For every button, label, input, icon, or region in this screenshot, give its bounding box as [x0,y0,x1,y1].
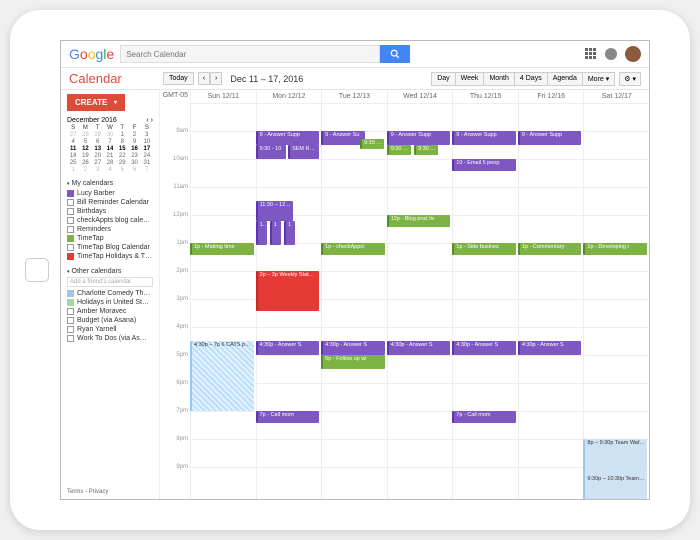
event[interactable]: 9 - Answer Su [321,131,365,145]
day-header: Tue 12/13 [321,90,387,103]
terms-link[interactable]: Terms [67,489,83,495]
event[interactable]: 2p – 3p Weekly Status Meeting [256,271,320,311]
event[interactable]: 12p - Blog post liv [387,215,451,227]
view-day[interactable]: Day [431,72,455,86]
view-week[interactable]: Week [455,72,485,86]
calendar-item[interactable]: Ryan Yarnell [67,325,153,334]
timezone: GMT-05 [160,90,190,103]
notifications-icon[interactable] [605,48,617,60]
event[interactable]: 5p - Follow up wi [321,355,385,369]
calendar-item[interactable]: Holidays in United St… [67,298,153,307]
view-more[interactable]: More ▾ [582,72,615,86]
day-header: Fri 12/16 [518,90,584,103]
calendar-item[interactable]: Lucy Barber [67,189,153,198]
sidebar: CREATE December 2016‹ › SMTWTFS272829301… [61,90,159,499]
event[interactable]: 9:30 - Ci [387,145,411,155]
calendar-item[interactable]: Charlotte Comedy Th… [67,289,153,298]
event[interactable]: 7p - Call mom [256,411,320,423]
calendar-item[interactable]: Amber Moravec [67,307,153,316]
calendar-item[interactable]: Birthdays [67,207,153,216]
my-calendars-header[interactable]: My calendars [67,180,153,187]
event[interactable]: 12 [256,221,267,245]
calendar-item[interactable]: checkAppts blog cale… [67,216,153,225]
minical-prev[interactable]: ‹ [146,117,148,124]
event[interactable]: 7p - Call mom [452,411,516,423]
calendar-item[interactable]: TimeTap Blog Calendar [67,243,153,252]
apps-icon[interactable] [585,48,597,60]
event[interactable]: 4:30p - Answer S [387,341,451,355]
calendar-item[interactable]: Bill Reminder Calendar [67,198,153,207]
create-button[interactable]: CREATE [67,94,125,111]
minical-next[interactable]: › [151,117,153,124]
event[interactable]: 11:30 – 12:30p [S] Sean [256,201,293,221]
event[interactable]: 4:30p - Answer S [518,341,582,355]
home-button[interactable] [25,258,49,282]
event[interactable]: 1 [284,221,295,245]
calendar-grid: GMT-05Sun 12/11Mon 12/12Tue 12/13Wed 12/… [159,90,649,499]
add-calendar-input[interactable]: Add a friend's calendar [67,277,153,287]
mini-calendar[interactable]: SMTWTFS272829301234567891011121314151617… [67,124,153,173]
event[interactable]: 1p - Making time [190,243,254,255]
day-header: Wed 12/14 [387,90,453,103]
event[interactable]: 8p – 9:30p Team Waffle Charlotte Comedy … [583,439,647,475]
today-button[interactable]: Today [163,72,194,85]
top-bar: Google [61,41,649,68]
calendar-item[interactable]: Work To Dos (via As… [67,334,153,343]
day-header: Mon 12/12 [256,90,322,103]
google-logo: Google [69,46,114,62]
minical-month: December 2016 [67,117,146,124]
view-4days[interactable]: 4 Days [514,72,548,86]
next-button[interactable]: › [210,72,222,85]
day-header: Thu 12/15 [452,90,518,103]
calendar-item[interactable]: Budget (via Asana) [67,316,153,325]
event[interactable]: 9 - Answer Supp [518,131,582,145]
event[interactable]: 1 [270,221,281,245]
event[interactable]: 10 - Email 5 peop [452,159,516,171]
search-button[interactable] [380,45,410,63]
event[interactable]: 4:30p – 7p 6 CATS practice [190,341,254,411]
calendar-item[interactable]: TimeTap [67,234,153,243]
calendar-item[interactable]: TimeTap Holidays & T… [67,252,153,261]
day-header: Sat 12/17 [583,90,649,103]
event[interactable]: 9:30 - Fi [414,145,438,155]
privacy-link[interactable]: Privacy [89,489,109,495]
event[interactable]: 9:30p – 10:30p Team French Charlotte Com… [583,475,647,499]
event[interactable]: 1p - checkAppoi [321,243,385,255]
event[interactable]: 9:30 - 10 [256,145,287,159]
event[interactable]: 4:30p - Answer S [452,341,516,355]
event[interactable]: 4:30p - Answer S [321,341,385,355]
prev-button[interactable]: ‹ [198,72,210,85]
avatar[interactable] [625,46,641,62]
event[interactable]: 9 - Answer Supp [256,131,320,145]
view-agenda[interactable]: Agenda [547,72,583,86]
search-input[interactable] [120,45,380,63]
date-range: Dec 11 – 17, 2016 [230,74,303,84]
event[interactable]: SEM Rush [288,145,319,159]
event[interactable]: 1p - Commentary [518,243,582,255]
view-month[interactable]: Month [483,72,514,86]
day-header: Sun 12/11 [190,90,256,103]
other-calendars-header[interactable]: Other calendars [67,268,153,275]
event[interactable]: 4:30p - Answer S [256,341,320,355]
event[interactable]: 9 - Answer Supp [387,131,451,145]
event[interactable]: 9:15 - C [360,139,384,149]
toolbar: Calendar Today ‹ › Dec 11 – 17, 2016 Day… [61,68,649,90]
settings-button[interactable]: ⚙ ▾ [619,72,641,86]
calendar-item[interactable]: Reminders [67,225,153,234]
app-title: Calendar [69,71,159,86]
event[interactable]: 1p - Side busines [452,243,516,255]
event[interactable]: 9 - Answer Supp [452,131,516,145]
event[interactable]: 1p - Developing r [583,243,647,255]
